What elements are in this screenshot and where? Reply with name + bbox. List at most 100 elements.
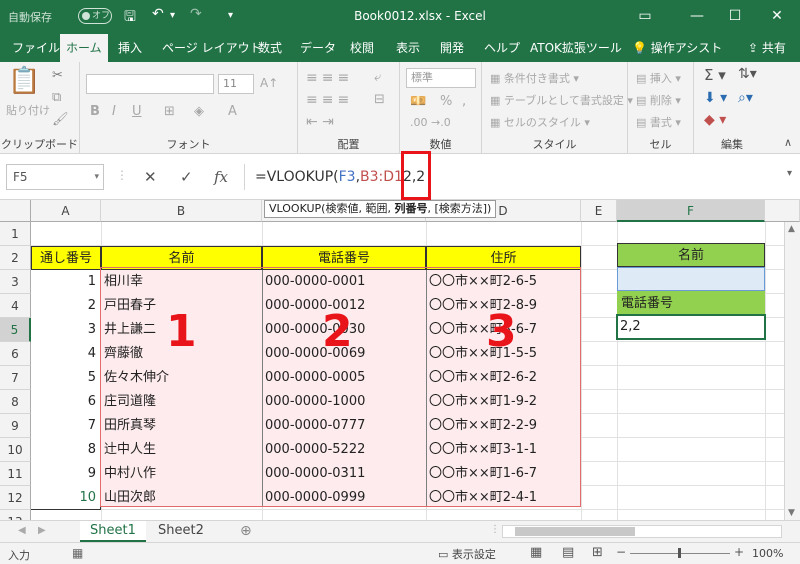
fill-icon[interactable]: ⬇ ▾	[704, 90, 727, 106]
tab-formulas[interactable]: 数式	[252, 34, 288, 62]
indent-icons[interactable]: ⇤ ⇥	[306, 114, 334, 130]
table-serial-cell[interactable]: 2	[31, 294, 101, 318]
comma-icon[interactable]: ,	[462, 94, 466, 109]
normal-view-icon[interactable]: ▦	[530, 545, 542, 560]
format-painter-icon[interactable]: 🖌	[52, 112, 69, 127]
minimize-button[interactable]: —	[682, 4, 712, 28]
name-box[interactable]: F5 ▾	[6, 164, 104, 190]
bold-icon[interactable]: B	[90, 104, 100, 119]
sort-filter-icon[interactable]: ⇅▾	[738, 66, 757, 82]
zoom-in-icon[interactable]: +	[734, 545, 744, 559]
tab-developer[interactable]: 開発	[434, 34, 470, 62]
horizontal-scrollbar[interactable]	[502, 525, 782, 538]
display-settings-button[interactable]: ▭ 表示設定	[438, 546, 496, 562]
redo-icon[interactable]: ↷	[190, 6, 202, 22]
decimal-icons[interactable]: .00 →.0	[410, 116, 451, 129]
col-header-a[interactable]: A	[31, 200, 101, 222]
align-left-icons[interactable]: ≡≡≡	[306, 92, 353, 108]
delete-cells-button[interactable]: ▤ 削除 ▾	[636, 92, 681, 108]
tab-view[interactable]: 表示	[390, 34, 426, 62]
row-header[interactable]: 12	[0, 486, 31, 510]
cell-styles-button[interactable]: ▦ セルのスタイル ▾	[490, 114, 590, 130]
cancel-icon[interactable]: ✕	[144, 168, 157, 186]
undo-icon[interactable]: ↶	[152, 6, 164, 22]
vertical-scrollbar[interactable]: ▲ ▼	[784, 222, 800, 520]
prev-sheet-icon[interactable]: ◀	[18, 525, 26, 536]
tab-insert[interactable]: 挿入	[112, 34, 148, 62]
sheet-tab-sheet1[interactable]: Sheet1	[80, 521, 146, 542]
table-serial-cell[interactable]: 6	[31, 390, 101, 414]
row-header[interactable]: 11	[0, 462, 31, 486]
font-size-input[interactable]: 11	[218, 74, 254, 94]
sheet-scroll-splitter[interactable]: ⋮	[490, 524, 500, 535]
tab-page-layout[interactable]: ページ レイアウト	[156, 34, 268, 62]
percent-icon[interactable]: %	[440, 94, 452, 109]
row-header[interactable]: 2	[0, 246, 31, 270]
grow-font-icon[interactable]: A↑	[260, 76, 278, 90]
underline-icon[interactable]: U	[132, 104, 142, 119]
autosave-toggle[interactable]: オフ	[78, 8, 112, 24]
table-header-serial[interactable]: 通し番号	[31, 246, 101, 270]
borders-icon[interactable]: ⊞	[164, 104, 175, 119]
lookup-name-input[interactable]	[617, 267, 765, 291]
fill-color-icon[interactable]: ◈	[194, 104, 204, 119]
enter-icon[interactable]: ✓	[180, 168, 193, 186]
row-header[interactable]: 6	[0, 342, 31, 366]
merge-icon[interactable]: ⊟	[374, 92, 385, 107]
col-header-e[interactable]: E	[581, 200, 617, 222]
align-top-icons[interactable]: ≡≡≡	[306, 70, 353, 86]
cut-icon[interactable]: ✂	[52, 68, 63, 83]
table-serial-cell[interactable]: 9	[31, 462, 101, 486]
row-header[interactable]: 8	[0, 390, 31, 414]
autosum-icon[interactable]: Σ ▾	[704, 66, 726, 84]
row-header[interactable]: 5	[0, 318, 31, 342]
undo-dropdown-icon[interactable]: ▾	[170, 10, 175, 21]
horizontal-scroll-thumb[interactable]	[515, 527, 635, 536]
col-header-b[interactable]: B	[101, 200, 262, 222]
tab-review[interactable]: 校閲	[344, 34, 380, 62]
next-sheet-icon[interactable]: ▶	[38, 525, 46, 536]
clear-icon[interactable]: ◆ ▾	[704, 112, 726, 128]
add-sheet-icon[interactable]: ⊕	[240, 523, 252, 539]
format-cells-button[interactable]: ▤ 書式 ▾	[636, 114, 681, 130]
table-serial-cell[interactable]: 3	[31, 318, 101, 342]
share-button[interactable]: ⇪ 共有	[742, 34, 792, 62]
page-layout-view-icon[interactable]: ▤	[562, 545, 574, 560]
table-serial-cell[interactable]: 10	[31, 486, 101, 510]
row-header[interactable]: 4	[0, 294, 31, 318]
row-header[interactable]: 1	[0, 222, 31, 246]
close-button[interactable]: ✕	[762, 4, 792, 28]
tab-atok[interactable]: ATOK拡張ツール	[524, 34, 628, 62]
tell-me-search[interactable]: 💡 操作アシスト	[626, 34, 728, 62]
maximize-button[interactable]: ☐	[720, 4, 750, 28]
lookup-name-header[interactable]: 名前	[617, 243, 765, 267]
lookup-phone-header[interactable]: 電話番号	[617, 291, 765, 315]
ribbon-display-icon[interactable]: ▭	[630, 4, 660, 28]
italic-icon[interactable]: I	[112, 104, 116, 119]
tab-home[interactable]: ホーム	[60, 34, 108, 62]
wrap-text-icon[interactable]: ⤶	[374, 70, 381, 85]
customize-qat-icon[interactable]: ▾	[228, 10, 233, 21]
save-icon[interactable]: 🖫	[124, 6, 136, 30]
tab-data[interactable]: データ	[294, 34, 342, 62]
zoom-slider[interactable]	[630, 548, 730, 558]
number-format-select[interactable]: 標準	[406, 68, 476, 88]
select-all-corner[interactable]	[0, 200, 31, 222]
row-header[interactable]: 10	[0, 438, 31, 462]
row-header[interactable]: 9	[0, 414, 31, 438]
copy-icon[interactable]: ⧉	[52, 90, 61, 105]
expand-formula-icon[interactable]: ▾	[787, 168, 792, 179]
page-break-view-icon[interactable]: ⊞	[592, 545, 603, 560]
collapse-ribbon-icon[interactable]: ∧	[784, 136, 792, 149]
col-header-g[interactable]	[765, 200, 800, 222]
insert-cells-button[interactable]: ▤ 挿入 ▾	[636, 70, 681, 86]
table-serial-cell[interactable]: 4	[31, 342, 101, 366]
sheet-tab-sheet2[interactable]: Sheet2	[148, 521, 214, 542]
insert-function-icon[interactable]: fx	[214, 168, 228, 186]
row-header[interactable]: 3	[0, 270, 31, 294]
scroll-up-icon[interactable]: ▲	[788, 224, 795, 234]
zoom-slider-thumb[interactable]	[678, 548, 681, 558]
worksheet-grid[interactable]: A B C D E F 12345678910111213 通し番号名前電話番号…	[0, 200, 800, 534]
font-name-input[interactable]	[86, 74, 214, 94]
zoom-level[interactable]: 100%	[752, 547, 783, 560]
